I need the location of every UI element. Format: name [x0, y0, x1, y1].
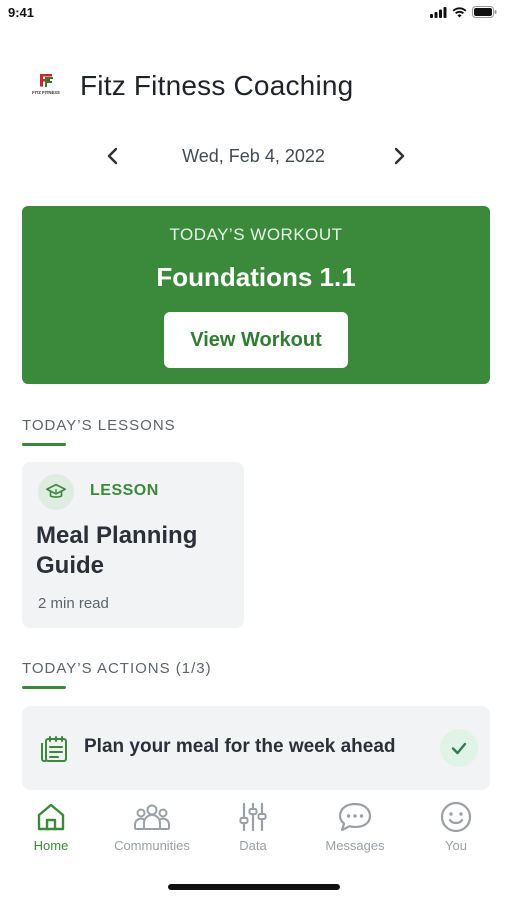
wifi-icon	[452, 6, 467, 17]
todays-workout-card: TODAY’S WORKOUT Foundations 1.1 View Wor…	[22, 206, 490, 384]
tab-label: Data	[239, 838, 267, 853]
chat-icon	[338, 802, 372, 832]
tab-label: Messages	[325, 838, 385, 853]
signal-icon	[430, 6, 447, 18]
lessons-section-title: TODAY’S LESSONS	[22, 417, 176, 434]
sliders-icon	[239, 802, 267, 832]
chevron-right-icon	[394, 147, 405, 165]
lessons-section-underline	[22, 443, 66, 446]
tab-label: You	[445, 838, 467, 853]
tab-label: Home	[33, 838, 69, 853]
tab-label: Communities	[114, 838, 190, 853]
smiley-icon	[440, 801, 472, 833]
graduation-cap-icon	[46, 483, 66, 498]
bottom-tab-bar: Home Communities Data Messages You	[0, 800, 507, 864]
workout-kicker: TODAY’S WORKOUT	[169, 225, 343, 244]
current-date: Wed, Feb 4, 2022	[182, 146, 325, 166]
workout-title: Foundations 1.1	[156, 262, 356, 292]
checkmark-icon	[451, 742, 467, 755]
action-label: Plan your meal for the week ahead	[84, 736, 396, 757]
page-title: Fitz Fitness Coaching	[80, 70, 354, 101]
home-icon	[37, 803, 65, 831]
home-indicator[interactable]	[168, 884, 340, 890]
view-workout-button[interactable]: View Workout	[164, 312, 348, 368]
people-icon	[134, 804, 170, 830]
battery-icon	[472, 6, 497, 18]
lesson-kicker: LESSON	[90, 482, 159, 499]
action-item[interactable]: Plan your meal for the week ahead	[22, 706, 490, 790]
actions-section-title: TODAY’S ACTIONS (1/3)	[22, 660, 212, 677]
lesson-card[interactable]: LESSON Meal Planning Guide 2 min read	[22, 462, 244, 628]
action-complete-toggle[interactable]	[440, 729, 478, 767]
tab-home[interactable]: Home	[1, 800, 101, 853]
next-day-button[interactable]	[388, 144, 410, 168]
status-time: 9:41	[8, 5, 35, 20]
logo-mark-icon: FITZ FITNESS	[32, 74, 60, 95]
tab-you[interactable]: You	[406, 800, 506, 853]
lesson-title: Meal Planning Guide	[36, 522, 198, 579]
tab-communities[interactable]: Communities	[102, 800, 202, 853]
tab-data[interactable]: Data	[203, 800, 303, 853]
brand-logo: FITZ FITNESS	[24, 72, 68, 96]
status-icons	[430, 6, 497, 18]
actions-section-underline	[22, 686, 66, 689]
lesson-badge	[38, 474, 74, 510]
lesson-read-time: 2 min read	[38, 595, 109, 612]
logo-text: FITZ FITNESS	[32, 90, 60, 95]
tab-messages[interactable]: Messages	[305, 800, 405, 853]
notepad-icon	[38, 733, 70, 765]
